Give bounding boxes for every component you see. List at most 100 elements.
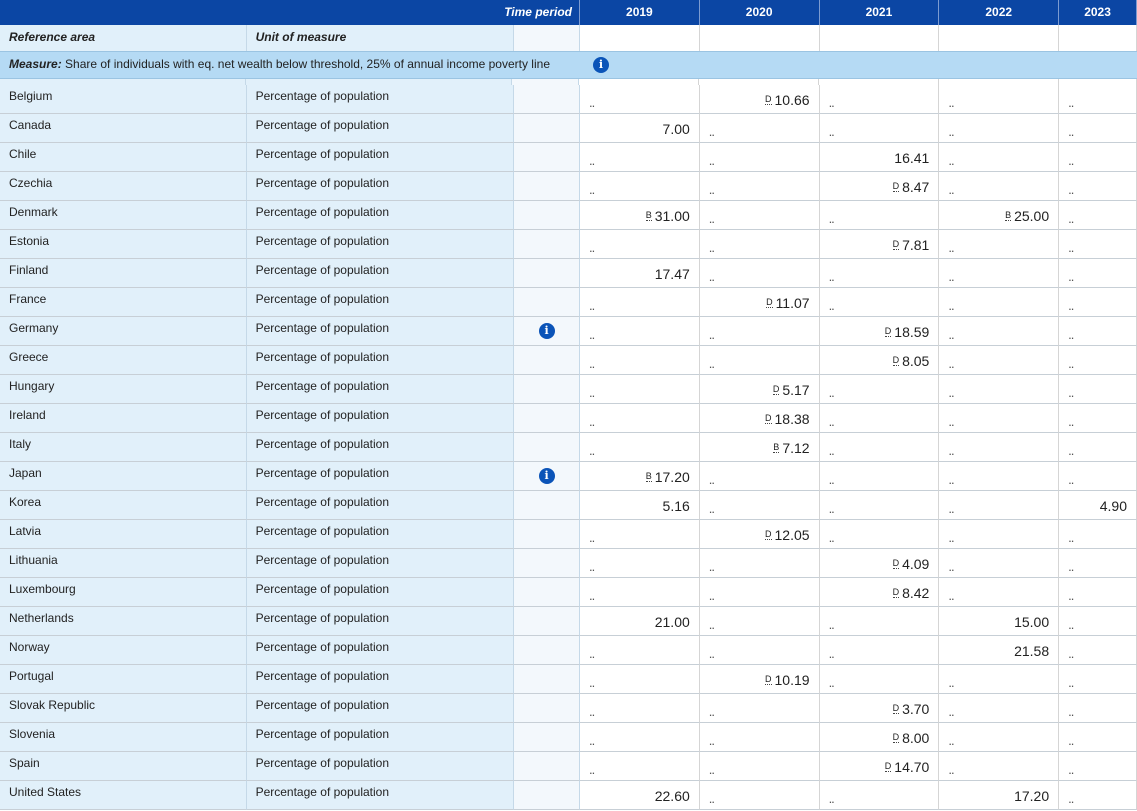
- observation-flag[interactable]: B: [645, 210, 652, 221]
- value-cell[interactable]: ..: [1059, 549, 1137, 578]
- value-cell[interactable]: ..: [1059, 694, 1137, 723]
- value-cell[interactable]: ..: [699, 694, 820, 723]
- value-cell[interactable]: ..: [1059, 201, 1137, 230]
- value-cell[interactable]: B 7.12: [699, 433, 820, 462]
- value-cell[interactable]: ..: [819, 462, 940, 491]
- value-cell[interactable]: ..: [939, 578, 1060, 607]
- info-icon[interactable]: i: [538, 323, 555, 339]
- value-cell[interactable]: ..: [580, 549, 700, 578]
- value-cell[interactable]: ..: [1059, 404, 1137, 433]
- value-cell[interactable]: ..: [819, 607, 940, 636]
- value-cell[interactable]: ..: [580, 230, 700, 259]
- value-cell[interactable]: ..: [819, 781, 940, 810]
- value-cell[interactable]: ..: [939, 723, 1060, 752]
- value-cell[interactable]: ..: [1059, 752, 1137, 781]
- value-cell[interactable]: ..: [699, 114, 820, 143]
- value-cell[interactable]: B 25.00: [939, 201, 1060, 230]
- value-cell[interactable]: ..: [819, 259, 940, 288]
- observation-flag[interactable]: D: [892, 181, 900, 192]
- value-cell[interactable]: ..: [1059, 172, 1137, 201]
- observation-flag[interactable]: D: [765, 413, 772, 424]
- observation-flag[interactable]: D: [892, 355, 900, 366]
- value-cell[interactable]: 15.00: [939, 607, 1060, 636]
- value-cell[interactable]: ..: [699, 578, 820, 607]
- value-cell[interactable]: ..: [939, 491, 1060, 520]
- observation-flag[interactable]: D: [884, 326, 892, 337]
- value-cell[interactable]: ..: [580, 375, 700, 404]
- value-cell[interactable]: ..: [939, 694, 1060, 723]
- value-cell[interactable]: D 3.70: [819, 694, 940, 723]
- value-cell[interactable]: ..: [819, 375, 940, 404]
- observation-flag[interactable]: D: [765, 94, 772, 105]
- observation-flag[interactable]: D: [765, 529, 772, 540]
- value-cell[interactable]: ..: [939, 404, 1060, 433]
- value-cell[interactable]: ..: [699, 636, 820, 665]
- observation-flag[interactable]: B: [645, 471, 652, 482]
- value-cell[interactable]: ..: [699, 230, 820, 259]
- value-cell[interactable]: 17.20: [939, 781, 1060, 810]
- value-cell[interactable]: ..: [939, 520, 1060, 549]
- value-cell[interactable]: ..: [819, 665, 940, 694]
- value-cell[interactable]: ..: [1059, 462, 1137, 491]
- value-cell[interactable]: ..: [939, 288, 1060, 317]
- value-cell[interactable]: ..: [580, 636, 700, 665]
- value-cell[interactable]: D 8.47: [819, 172, 940, 201]
- value-cell[interactable]: ..: [1059, 114, 1137, 143]
- value-cell[interactable]: ..: [1059, 85, 1137, 114]
- value-cell[interactable]: D 18.59: [819, 317, 940, 346]
- reference-area-header[interactable]: Reference area: [0, 25, 247, 51]
- value-cell[interactable]: D 7.81: [819, 230, 940, 259]
- value-cell[interactable]: ..: [699, 607, 820, 636]
- value-cell[interactable]: ..: [939, 317, 1060, 346]
- value-cell[interactable]: ..: [819, 201, 940, 230]
- value-cell[interactable]: ..: [699, 346, 820, 375]
- value-cell[interactable]: ..: [699, 752, 820, 781]
- value-cell[interactable]: ..: [1059, 288, 1137, 317]
- value-cell[interactable]: D 4.09: [819, 549, 940, 578]
- year-header-2023[interactable]: 2023: [1059, 0, 1137, 25]
- value-cell[interactable]: ..: [819, 288, 940, 317]
- value-cell[interactable]: D 18.38: [699, 404, 820, 433]
- value-cell[interactable]: ..: [819, 520, 940, 549]
- value-cell[interactable]: ..: [939, 549, 1060, 578]
- value-cell[interactable]: ..: [580, 317, 700, 346]
- unit-of-measure-header[interactable]: Unit of measure: [247, 25, 515, 51]
- value-cell[interactable]: D 10.66: [699, 85, 820, 114]
- value-cell[interactable]: 21.00: [580, 607, 700, 636]
- value-cell[interactable]: D 8.05: [819, 346, 940, 375]
- value-cell[interactable]: 21.58: [939, 636, 1060, 665]
- value-cell[interactable]: D 8.42: [819, 578, 940, 607]
- observation-flag[interactable]: B: [1005, 210, 1012, 221]
- value-cell[interactable]: ..: [939, 172, 1060, 201]
- value-cell[interactable]: ..: [939, 346, 1060, 375]
- value-cell[interactable]: ..: [1059, 143, 1137, 172]
- value-cell[interactable]: ..: [699, 723, 820, 752]
- value-cell[interactable]: 4.90: [1059, 491, 1137, 520]
- value-cell[interactable]: D 14.70: [819, 752, 940, 781]
- value-cell[interactable]: ..: [699, 172, 820, 201]
- value-cell[interactable]: ..: [819, 85, 940, 114]
- value-cell[interactable]: ..: [580, 288, 700, 317]
- value-cell[interactable]: ..: [580, 433, 700, 462]
- value-cell[interactable]: ..: [819, 433, 940, 462]
- value-cell[interactable]: ..: [580, 694, 700, 723]
- value-cell[interactable]: ..: [819, 491, 940, 520]
- value-cell[interactable]: ..: [1059, 375, 1137, 404]
- value-cell[interactable]: ..: [819, 636, 940, 665]
- value-cell[interactable]: ..: [939, 433, 1060, 462]
- value-cell[interactable]: 17.47: [580, 259, 700, 288]
- value-cell[interactable]: ..: [819, 114, 940, 143]
- value-cell[interactable]: ..: [580, 665, 700, 694]
- observation-flag[interactable]: D: [884, 761, 892, 772]
- value-cell[interactable]: ..: [580, 723, 700, 752]
- value-cell[interactable]: ..: [1059, 578, 1137, 607]
- value-cell[interactable]: ..: [580, 172, 700, 201]
- info-icon[interactable]: i: [538, 468, 555, 484]
- observation-flag[interactable]: D: [892, 587, 900, 598]
- value-cell[interactable]: ..: [580, 143, 700, 172]
- observation-flag[interactable]: D: [892, 239, 900, 250]
- observation-flag[interactable]: D: [892, 732, 900, 743]
- value-cell[interactable]: B 31.00: [580, 201, 700, 230]
- value-cell[interactable]: ..: [819, 404, 940, 433]
- observation-flag[interactable]: D: [772, 384, 780, 395]
